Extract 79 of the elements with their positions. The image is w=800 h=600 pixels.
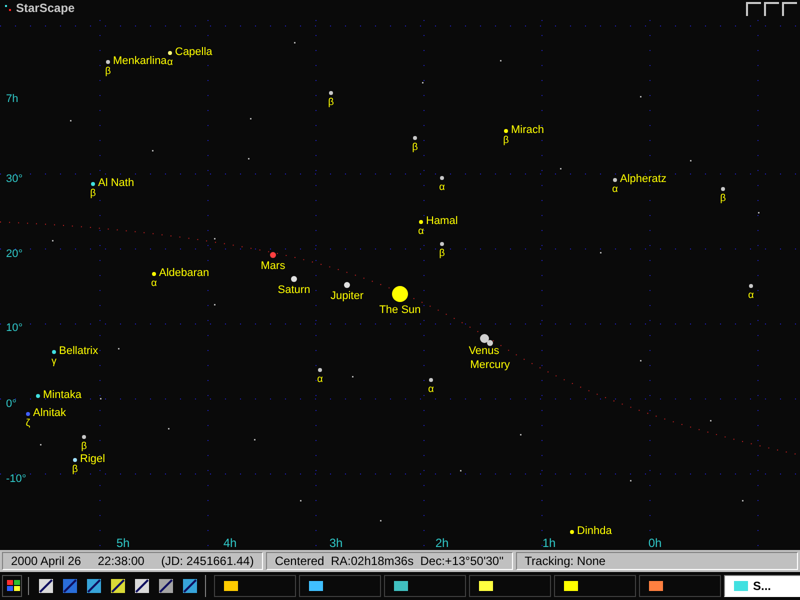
quick-launch-icon[interactable] bbox=[37, 577, 55, 595]
task-icon bbox=[223, 578, 239, 594]
greek-letter: α bbox=[612, 185, 618, 195]
planet-label: Saturn bbox=[278, 285, 310, 296]
planet-label: Mercury bbox=[470, 360, 510, 371]
star-label: Mintaka bbox=[43, 390, 82, 401]
task-icon bbox=[733, 578, 749, 594]
greek-letter: α bbox=[317, 375, 323, 385]
right-ascension-label: 5h bbox=[116, 537, 130, 549]
quick-launch-icon[interactable] bbox=[85, 577, 103, 595]
star-label: Aldebaran bbox=[159, 268, 210, 279]
greek-letter: β bbox=[90, 189, 96, 199]
planet-label: Jupiter bbox=[330, 291, 364, 302]
star-label: Hamal bbox=[426, 216, 458, 227]
task-button[interactable] bbox=[554, 575, 636, 597]
task-button[interactable]: S... bbox=[724, 575, 800, 597]
greek-letter: α bbox=[748, 291, 754, 301]
right-ascension-label: 2h bbox=[435, 537, 449, 549]
quick-launch-icon[interactable] bbox=[109, 577, 127, 595]
logo-icon bbox=[7, 580, 21, 592]
corner-bracket-icon[interactable] bbox=[764, 2, 780, 16]
corner-bracket-icon[interactable] bbox=[746, 2, 762, 16]
task-icon bbox=[563, 578, 579, 594]
start-button[interactable] bbox=[2, 575, 22, 597]
greek-letter: β bbox=[439, 249, 445, 259]
greek-letter: β bbox=[72, 465, 78, 475]
planet-label: Mars bbox=[260, 261, 286, 272]
task-icon bbox=[308, 578, 324, 594]
task-icon bbox=[648, 578, 664, 594]
task-button[interactable] bbox=[214, 575, 296, 597]
task-button[interactable] bbox=[299, 575, 381, 597]
star-label: Alpheratz bbox=[620, 174, 666, 185]
star-label: Capella bbox=[175, 47, 212, 58]
greek-letter: β bbox=[503, 136, 509, 146]
greek-letter: γ bbox=[52, 357, 56, 367]
window-title: StarScape bbox=[16, 2, 75, 14]
greek-letter: α bbox=[151, 279, 157, 289]
task-button[interactable] bbox=[469, 575, 551, 597]
greek-letter: β bbox=[720, 194, 726, 204]
declination-label: 7h bbox=[6, 94, 18, 105]
declination-label: 30° bbox=[6, 174, 23, 185]
app-logo-icon bbox=[4, 4, 12, 12]
greek-letter: β bbox=[81, 442, 87, 452]
greek-letter: ζ bbox=[26, 419, 30, 429]
star-label: Al Nath bbox=[98, 178, 134, 189]
greek-letter: β bbox=[105, 67, 111, 77]
quick-launch-icon[interactable] bbox=[157, 577, 175, 595]
greek-letter: β bbox=[328, 98, 334, 108]
greek-letter: β bbox=[412, 143, 418, 153]
planet-label: The Sun bbox=[379, 305, 421, 316]
star-label: Rigel bbox=[80, 454, 106, 465]
greek-letter: α bbox=[418, 227, 424, 237]
declination-label: 10° bbox=[6, 323, 23, 334]
declination-label: 20° bbox=[6, 249, 23, 260]
status-panel: Tracking: None bbox=[516, 552, 798, 570]
star-label: Mirach bbox=[511, 125, 544, 136]
status-panel: 2000 April 26 22:38:00 (JD: 2451661.44) bbox=[2, 552, 263, 570]
star-label: Dinhda bbox=[577, 526, 612, 537]
task-button[interactable] bbox=[639, 575, 721, 597]
task-button[interactable] bbox=[384, 575, 466, 597]
right-ascension-label: 0h bbox=[648, 537, 662, 549]
right-ascension-label: 4h bbox=[223, 537, 237, 549]
quick-launch-icon[interactable] bbox=[133, 577, 151, 595]
star-label: Bellatrix bbox=[59, 346, 98, 357]
greek-letter: α bbox=[428, 385, 434, 395]
star-label: Menkarlina bbox=[113, 56, 167, 67]
quick-launch-icon[interactable] bbox=[181, 577, 199, 595]
status-panel: Centered RA:02h18m36s Dec:+13°50'30'' bbox=[266, 552, 513, 570]
declination-label: 0° bbox=[6, 399, 17, 410]
star-label: Alnitak bbox=[33, 408, 66, 419]
task-icon bbox=[478, 578, 494, 594]
task-icon bbox=[393, 578, 409, 594]
right-ascension-label: 3h bbox=[329, 537, 343, 549]
greek-letter: α bbox=[439, 183, 445, 193]
corner-bracket-icon[interactable] bbox=[782, 2, 798, 16]
greek-letter: α bbox=[167, 58, 173, 68]
planet-label: Venus bbox=[468, 346, 500, 356]
right-ascension-label: 1h bbox=[542, 537, 556, 549]
declination-label: -10° bbox=[6, 474, 26, 485]
